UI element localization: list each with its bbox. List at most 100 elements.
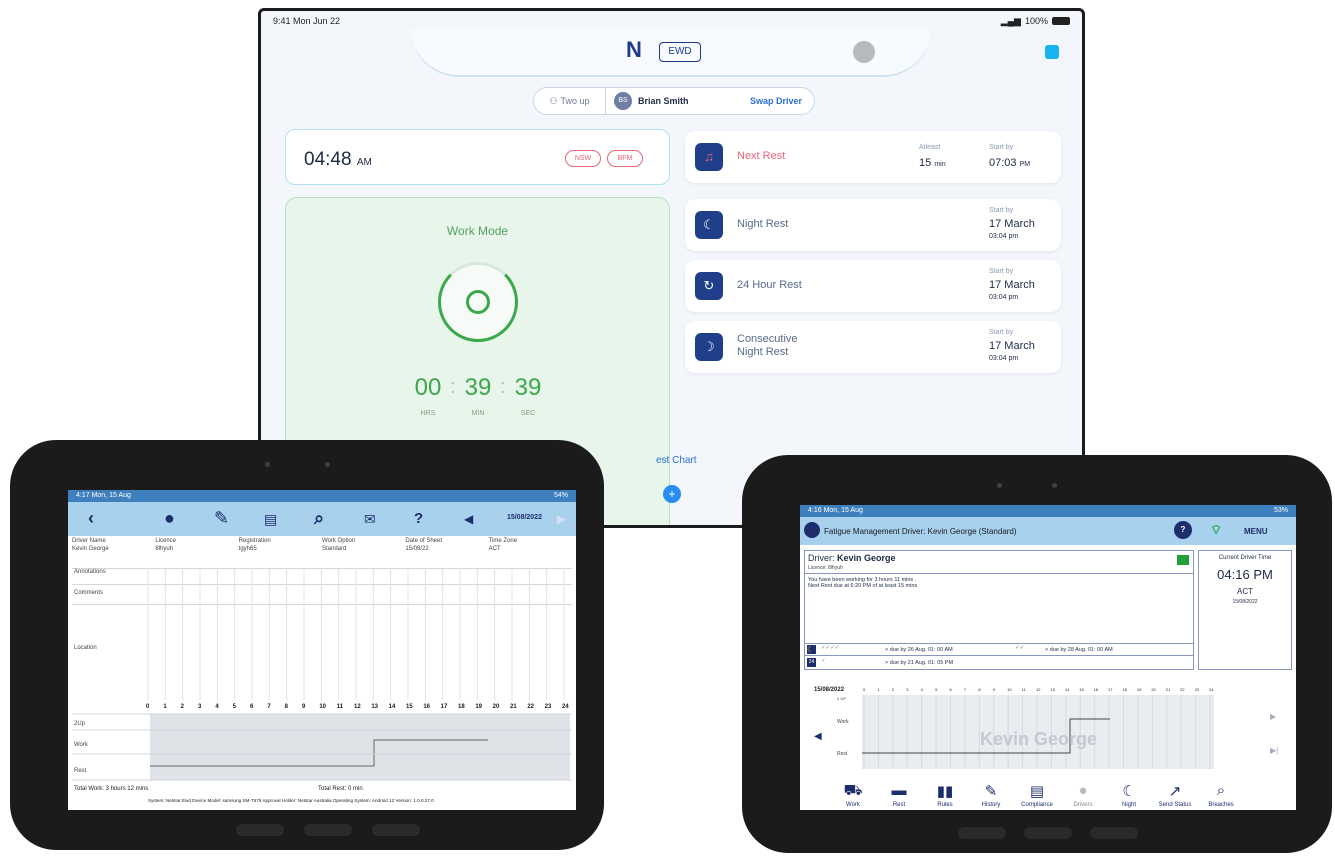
history-button[interactable]: ✎ History <box>968 782 1014 808</box>
hrs-label: HRS <box>420 410 436 417</box>
hour-label: 15 <box>406 704 413 710</box>
driver-panel: Driver: Kevin George Licence: 8lhyuh You… <box>804 550 1194 670</box>
list-icon[interactable]: ▤ <box>264 511 277 528</box>
chart-end-icon[interactable]: ▶| <box>1270 746 1278 755</box>
hour-label: 22 <box>527 704 534 710</box>
start-caption: Start by <box>989 144 1014 151</box>
24-hour-icon: ↻ <box>695 272 723 300</box>
rest-label: Consecutive Night Rest <box>737 333 798 358</box>
work-progress-ring <box>438 262 518 342</box>
breaches-button[interactable]: ⌕ Breaches <box>1198 782 1244 808</box>
driver-icon[interactable]: ● <box>164 508 175 529</box>
rest-chart-tab[interactable]: est Chart <box>656 455 697 466</box>
avatar: BS <box>614 92 632 110</box>
due-1: > due by 26 Aug. 01: 00 AM <box>885 647 953 653</box>
two-up-label: Two up <box>560 96 590 106</box>
row-rest: Rest <box>74 768 87 774</box>
send-status-button[interactable]: ↗ Send Status <box>1152 782 1198 808</box>
night-button[interactable]: ☾ Night <box>1106 782 1152 808</box>
hour-label: 21 <box>1166 687 1171 692</box>
current-time: 04:16 PM <box>1217 567 1273 582</box>
system-footer: System: Netstar Ewd Device Model: samsun… <box>148 798 434 803</box>
chart-prev-icon[interactable]: ◀ <box>814 731 822 742</box>
bfm-pill[interactable]: BFM <box>607 150 643 167</box>
due-3: > due by 21 Aug. 01: 05 PM <box>885 660 954 666</box>
24-hour-rest-card[interactable]: ↻ 24 Hour Rest Start by 17 March 03:04 p… <box>685 260 1061 312</box>
header-date-of-sheet: Date of Sheet <box>405 538 443 544</box>
search-icon: ⌕ <box>1216 782 1226 799</box>
truck-icon <box>1177 555 1189 565</box>
help-icon[interactable]: ? <box>414 510 423 527</box>
header-title: Fatigue Management Driver: Kevin George … <box>824 527 1017 536</box>
camera-icon <box>325 462 330 467</box>
row-2up: 2Up <box>74 721 86 727</box>
header-driver-name: Driver Name <box>72 538 106 544</box>
moon-icon: ☽ <box>695 333 723 361</box>
recent-apps-key[interactable] <box>236 824 284 836</box>
edit-icon[interactable]: ✎ <box>214 508 229 529</box>
rest-button[interactable]: ▬ Rest <box>876 782 922 808</box>
work-button[interactable]: ⛟ Work <box>830 782 876 808</box>
back-key[interactable] <box>1090 827 1138 839</box>
share-icon: ↗ <box>1168 783 1182 800</box>
back-icon[interactable]: ‹ <box>88 508 94 529</box>
work-mode-title: Work Mode <box>446 224 509 238</box>
timezone: ACT <box>1237 587 1253 596</box>
back-key[interactable] <box>372 824 420 836</box>
hour-label: 24 <box>1209 687 1214 692</box>
nsw-pill[interactable]: NSW <box>565 150 601 167</box>
driver-message: You have been working for 3 hours 11 min… <box>805 573 1193 589</box>
next-rest-card[interactable]: ♫ Next Rest Atleast 15 min Start by 07:0… <box>685 131 1061 183</box>
hour-label: 4 <box>921 687 924 692</box>
compliance-button[interactable]: ▤ Compliance <box>1014 782 1060 808</box>
hour-label: 23 <box>1195 687 1200 692</box>
menu-button[interactable]: MENU <box>1244 527 1268 536</box>
right-tablet-device: 4:16 Mon, 15 Aug 53% Fatigue Management D… <box>742 455 1332 853</box>
fatigue-header: Fatigue Management Driver: Kevin George … <box>800 517 1296 545</box>
home-key[interactable] <box>304 824 352 836</box>
add-button[interactable]: + <box>663 485 681 503</box>
ewd-badge: EWD <box>659 42 701 62</box>
drivers-button[interactable]: ● Drivers <box>1060 782 1106 808</box>
value-driver-name: Kevin George <box>72 546 109 552</box>
hour-label: 22 <box>1180 687 1185 692</box>
hour-label: 19 <box>475 704 482 710</box>
sheet-values: Kevin George 8lhyuh tgyh65 Standard 15/0… <box>68 546 576 554</box>
prev-day-icon[interactable]: ◀ <box>464 512 473 526</box>
rest-label: Next Rest <box>737 150 786 162</box>
start-value: 17 March <box>989 279 1035 291</box>
two-up-button[interactable]: ⚇ Two up <box>534 88 606 114</box>
row-work: Work <box>74 742 89 748</box>
chart-next-icon[interactable]: ▶ <box>1270 712 1277 721</box>
rules-button[interactable]: ▮▮ Rules <box>922 782 968 808</box>
mail-icon[interactable]: ✉ <box>364 511 376 528</box>
consecutive-night-rest-card[interactable]: ☽ Consecutive Night Rest Start by 17 Marc… <box>685 321 1061 373</box>
recent-apps-key[interactable] <box>958 827 1006 839</box>
camera-icon <box>1052 483 1057 488</box>
settings-button[interactable] <box>1045 45 1059 59</box>
row-2up: 2 UP <box>837 696 846 701</box>
hour-label: 11 <box>337 704 344 710</box>
atleast-caption: Atleast <box>919 144 941 151</box>
night-rest-card[interactable]: ☾ Night Rest Start by 17 March 03:04 pm <box>685 199 1061 251</box>
hour-label: 19 <box>1137 687 1142 692</box>
home-key[interactable] <box>1024 827 1072 839</box>
battery-icon <box>1052 17 1070 25</box>
watermark: Kevin George <box>980 729 1097 749</box>
licence-line: Licence: 8lhyuh <box>808 565 843 571</box>
due-2: > due by 28 Aug. 01: 00 AM <box>1045 647 1113 653</box>
hour-label: 11 <box>1022 687 1027 692</box>
hour-label: 0 <box>863 687 866 692</box>
start-time: 03:04 pm <box>989 233 1019 240</box>
help-icon[interactable]: ? <box>1174 521 1192 539</box>
connection-icon[interactable] <box>853 41 875 63</box>
swap-driver-button[interactable]: Swap Driver <box>750 96 802 106</box>
android-status-bar: 4:16 Mon, 15 Aug 53% <box>800 505 1296 517</box>
hour-label: 14 <box>389 704 396 710</box>
search-icon[interactable]: ⌕ <box>314 508 324 529</box>
driver-selector: ⚇ Two up BS Brian Smith Swap Driver <box>533 87 815 115</box>
next-day-icon[interactable]: ▶ <box>557 512 566 526</box>
24h-rule-row: 24 ✓ > due by 21 Aug. 01: 05 PM <box>805 655 1193 669</box>
header-registration: Registration <box>238 538 271 544</box>
hour-label: 9 <box>302 704 306 710</box>
